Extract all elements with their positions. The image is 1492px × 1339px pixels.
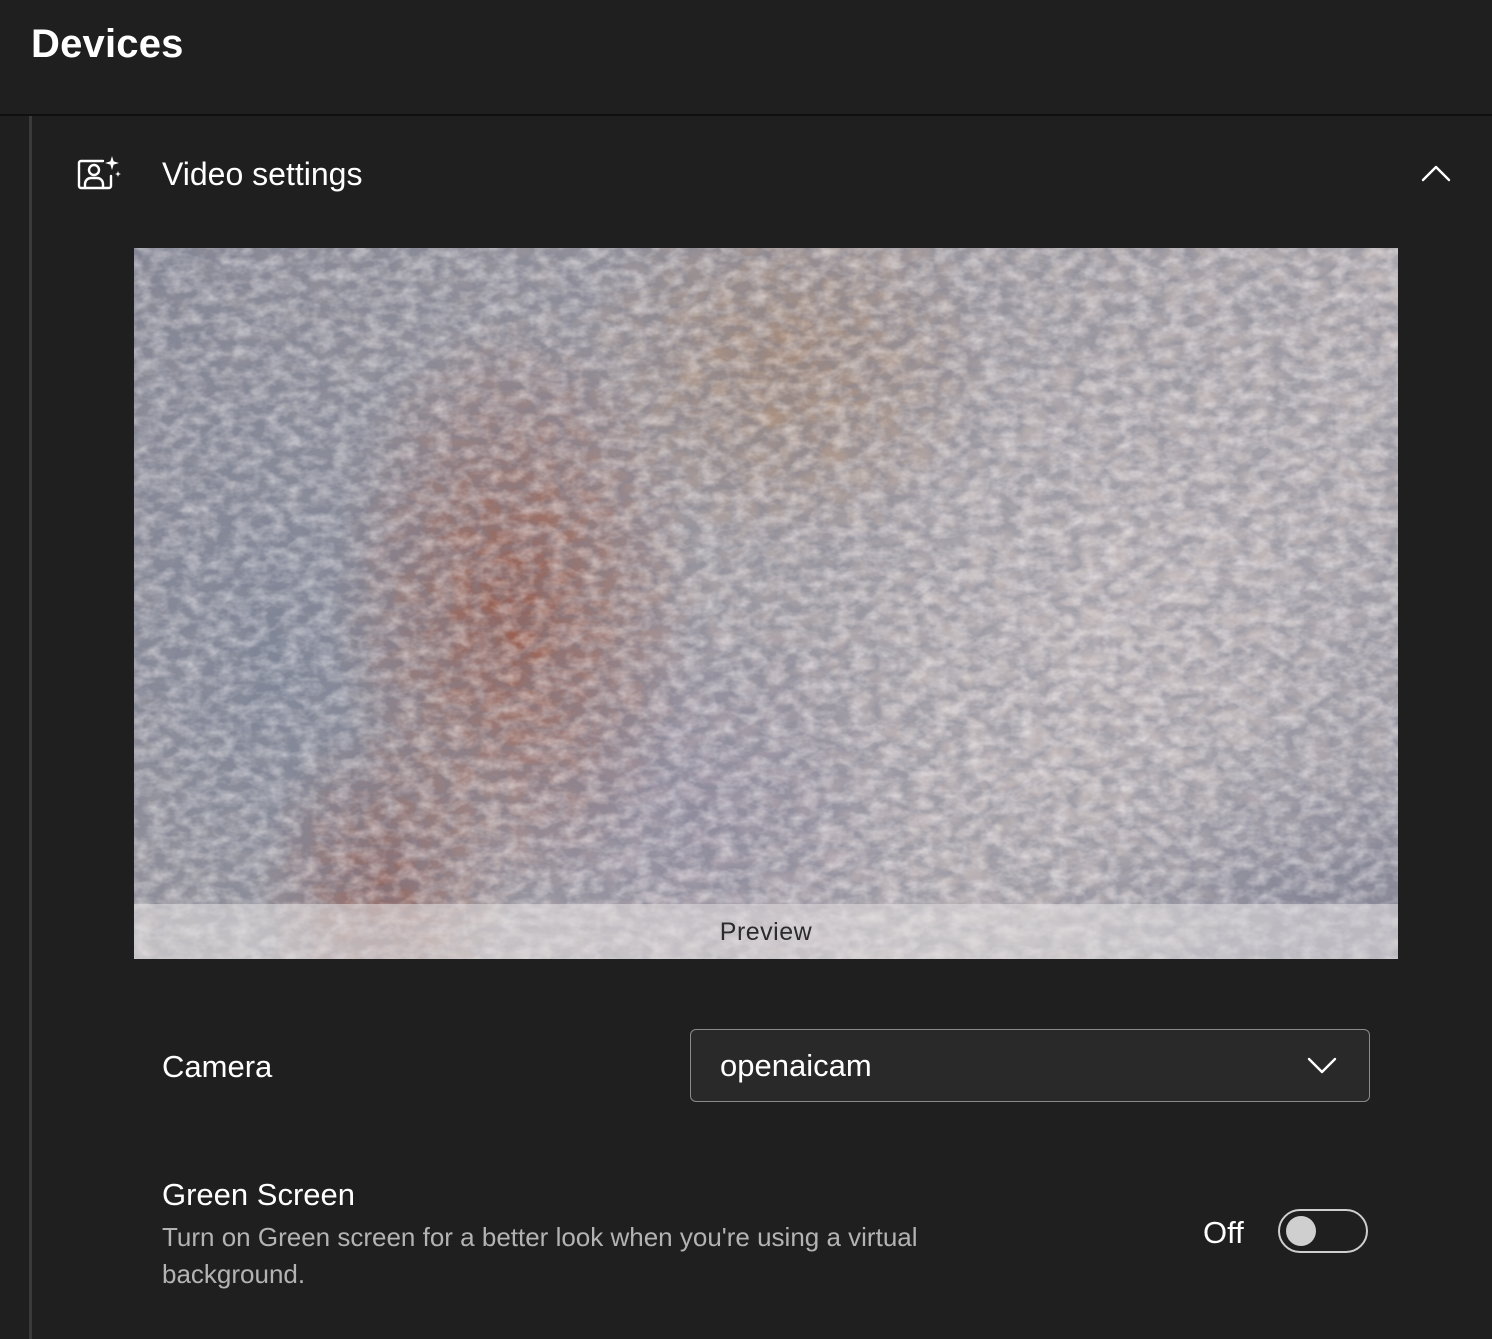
page-header: Devices <box>0 0 1492 116</box>
video-settings-header[interactable]: Video settings <box>32 116 1492 234</box>
camera-preview-texture <box>134 248 1398 959</box>
camera-label: Camera <box>162 1049 273 1084</box>
preview-label: Preview <box>719 918 813 946</box>
camera-sparkle-icon <box>77 154 121 190</box>
camera-select[interactable]: openaicam <box>690 1029 1370 1102</box>
green-screen-toggle[interactable] <box>1278 1209 1368 1253</box>
chevron-down-icon <box>1307 1054 1337 1076</box>
section-divider <box>29 116 32 1339</box>
video-settings-title: Video settings <box>162 156 363 192</box>
devices-settings-page: Devices Video settings Preview Camera op… <box>0 0 1492 1339</box>
chevron-up-icon[interactable] <box>1414 156 1458 192</box>
green-screen-title: Green Screen <box>162 1177 355 1212</box>
page-title: Devices <box>31 22 184 66</box>
green-screen-description: Turn on Green screen for a better look w… <box>162 1222 918 1289</box>
camera-select-value: openaicam <box>720 1048 872 1083</box>
toggle-knob <box>1286 1216 1316 1246</box>
preview-label-bar: Preview <box>134 904 1398 959</box>
camera-preview: Preview <box>134 248 1398 959</box>
green-screen-state-label: Off <box>1203 1215 1244 1250</box>
